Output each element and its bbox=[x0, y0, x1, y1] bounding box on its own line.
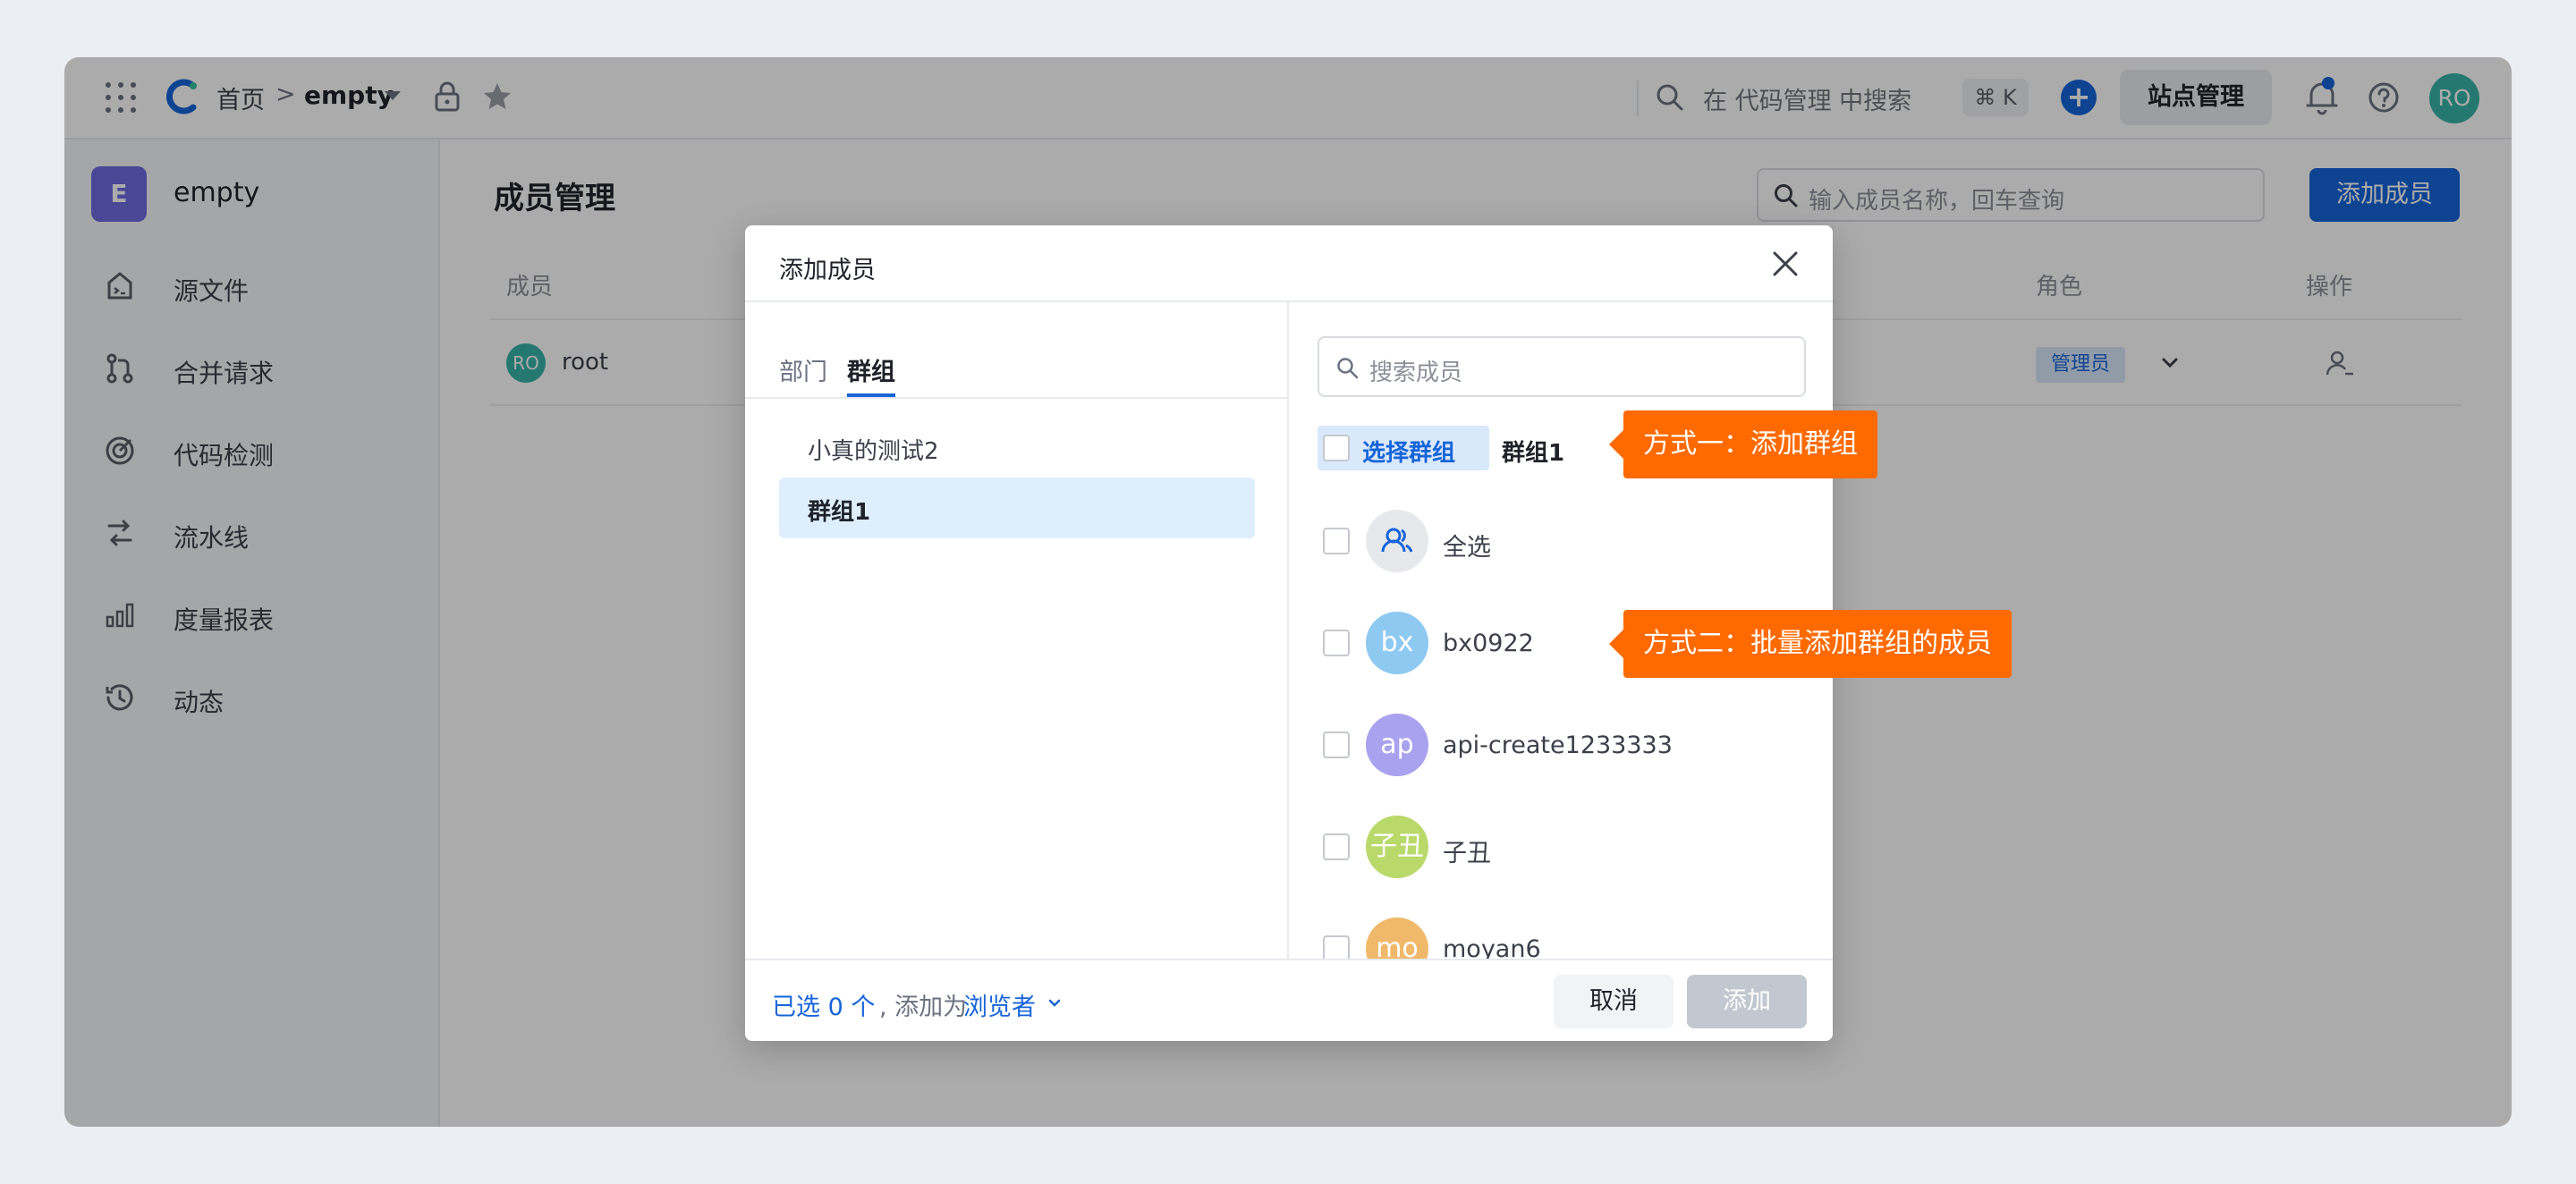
avatar: ap bbox=[1366, 714, 1428, 776]
selected-count: 已选 0 个 bbox=[772, 994, 876, 1021]
search-placeholder: 搜索成员 bbox=[1369, 359, 1463, 386]
tab-group[interactable]: 群组 bbox=[847, 352, 895, 387]
member-name: api-create1233333 bbox=[1443, 732, 1673, 759]
callout-method-one: 方式一：添加群组 bbox=[1609, 410, 1877, 478]
member-name: 全选 bbox=[1443, 534, 1491, 562]
users-icon bbox=[1381, 528, 1413, 553]
list-item[interactable]: 子丑 子丑 bbox=[1323, 816, 1824, 880]
add-button[interactable]: 添加 bbox=[1687, 975, 1807, 1028]
checkbox[interactable] bbox=[1323, 528, 1350, 554]
member-name: 子丑 bbox=[1443, 840, 1491, 867]
dialog-title: 添加成员 bbox=[779, 257, 876, 284]
close-icon[interactable] bbox=[1770, 249, 1801, 279]
avatar: mo bbox=[1366, 918, 1428, 959]
group-panel: 部门 群组 小真的测试2 群组1 bbox=[745, 302, 1289, 959]
chevron-down-icon[interactable] bbox=[1046, 994, 1063, 1012]
group-item[interactable]: 小真的测试2 bbox=[779, 417, 1255, 478]
checkbox[interactable] bbox=[1323, 833, 1350, 860]
group-name: 群组1 bbox=[808, 499, 871, 526]
selected-group-name: 群组1 bbox=[1502, 440, 1565, 467]
select-all-row[interactable]: 全选 bbox=[1323, 510, 1824, 574]
dialog-header: 添加成员 bbox=[745, 225, 1833, 302]
tabs-divider bbox=[745, 397, 1289, 399]
list-item[interactable]: mo moyan6 bbox=[1323, 918, 1824, 959]
select-group-checkbox[interactable]: 选择群组 bbox=[1318, 426, 1489, 470]
member-name: moyan6 bbox=[1443, 935, 1541, 959]
member-name: bx0922 bbox=[1443, 630, 1534, 657]
group-name: 小真的测试2 bbox=[808, 438, 939, 465]
select-group-label: 选择群组 bbox=[1362, 440, 1456, 467]
tab-department[interactable]: 部门 bbox=[779, 352, 827, 387]
dialog-footer: 已选 0 个 , 添加为 浏览者 取消 添加 bbox=[745, 959, 1833, 1041]
group-item-selected[interactable]: 群组1 bbox=[779, 478, 1255, 538]
avatar bbox=[1366, 510, 1428, 572]
checkbox[interactable] bbox=[1323, 630, 1350, 656]
checkbox[interactable] bbox=[1323, 435, 1350, 461]
add-as-label: , 添加为 bbox=[879, 994, 968, 1021]
list-item[interactable]: ap api-create1233333 bbox=[1323, 714, 1824, 778]
avatar: bx bbox=[1366, 612, 1428, 674]
checkbox[interactable] bbox=[1323, 732, 1350, 758]
checkbox[interactable] bbox=[1323, 935, 1350, 959]
member-search-field[interactable]: 搜索成员 bbox=[1318, 336, 1806, 397]
search-icon bbox=[1337, 358, 1359, 379]
avatar: 子丑 bbox=[1366, 816, 1428, 878]
role-select[interactable]: 浏览者 bbox=[963, 987, 1036, 1022]
cancel-button[interactable]: 取消 bbox=[1554, 975, 1674, 1028]
callout-method-two: 方式二：批量添加群组的成员 bbox=[1609, 610, 2012, 678]
